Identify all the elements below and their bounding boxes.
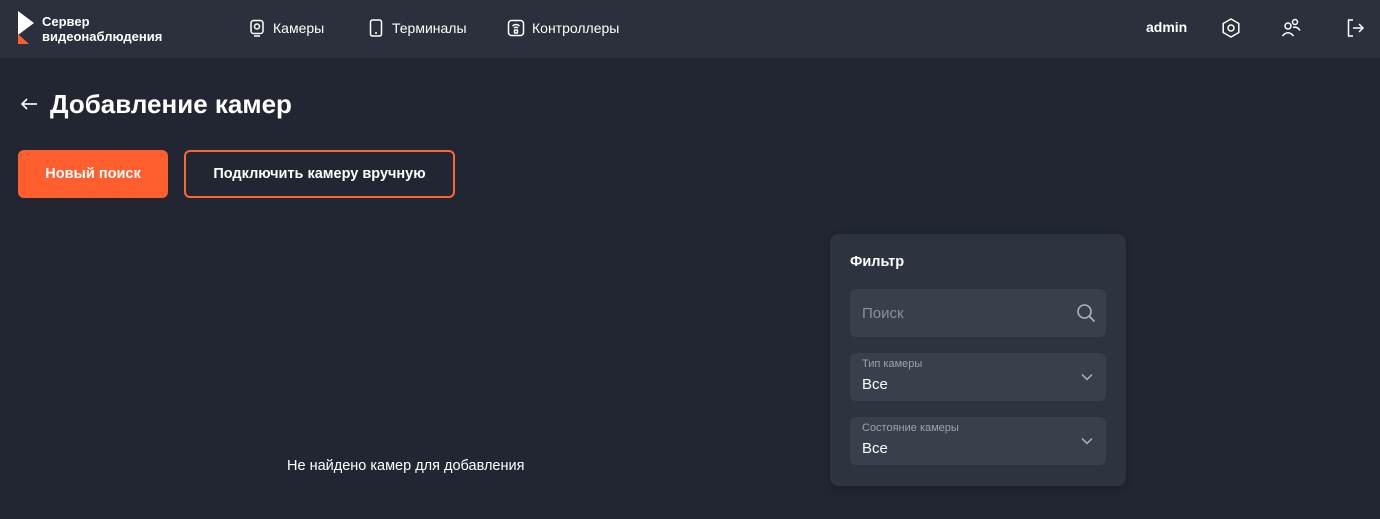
top-bar: Сервер видеонаблюдения Камеры Терминалы … <box>0 0 1380 58</box>
app-logo[interactable]: Сервер видеонаблюдения <box>16 10 176 46</box>
camera-state-value: Все <box>862 440 888 457</box>
filter-title: Фильтр <box>850 254 905 270</box>
nav-item-label: Терминалы <box>392 20 467 36</box>
camera-icon <box>250 19 264 37</box>
camera-type-label: Тип камеры <box>862 358 923 370</box>
page-title: Добавление камер <box>50 88 292 119</box>
chevron-down-icon <box>1081 373 1093 381</box>
logo-mark-icon <box>18 11 34 44</box>
nav-item-cameras[interactable]: Камеры <box>248 17 324 39</box>
arrow-left-icon[interactable] <box>18 93 40 115</box>
camera-type-value: Все <box>862 376 888 393</box>
filter-search-box <box>850 289 1106 337</box>
chevron-down-icon <box>1081 437 1093 445</box>
logo-text: Сервер видеонаблюдения <box>42 14 162 44</box>
logo-line-1: Сервер <box>42 14 90 29</box>
logo-line-2: видеонаблюдения <box>42 29 163 44</box>
nav-item-label: Контроллеры <box>532 20 620 36</box>
nav-item-terminals[interactable]: Терминалы <box>367 17 467 39</box>
terminal-icon <box>369 19 383 37</box>
search-icon[interactable] <box>1076 303 1096 323</box>
nav-item-label: Камеры <box>273 20 325 36</box>
users-icon[interactable] <box>1280 17 1302 39</box>
settings-icon[interactable] <box>1220 17 1242 39</box>
filter-panel: Фильтр Тип камеры Все Состояние камеры В… <box>830 234 1126 486</box>
filter-search-input[interactable] <box>850 289 1070 337</box>
empty-results-message: Не найдено камер для добавления <box>287 458 525 474</box>
nav-item-controllers[interactable]: Контроллеры <box>507 17 619 39</box>
new-search-button[interactable]: Новый поиск <box>18 150 168 198</box>
page-header: Добавление камер <box>18 86 292 122</box>
controller-icon <box>507 19 525 37</box>
camera-state-select[interactable]: Состояние камеры Все <box>850 417 1106 465</box>
logout-icon[interactable] <box>1344 17 1366 39</box>
camera-type-select[interactable]: Тип камеры Все <box>850 353 1106 401</box>
connect-camera-manually-button[interactable]: Подключить камеру вручную <box>184 150 455 198</box>
user-name[interactable]: admin <box>1146 19 1187 35</box>
camera-state-label: Состояние камеры <box>862 422 959 434</box>
